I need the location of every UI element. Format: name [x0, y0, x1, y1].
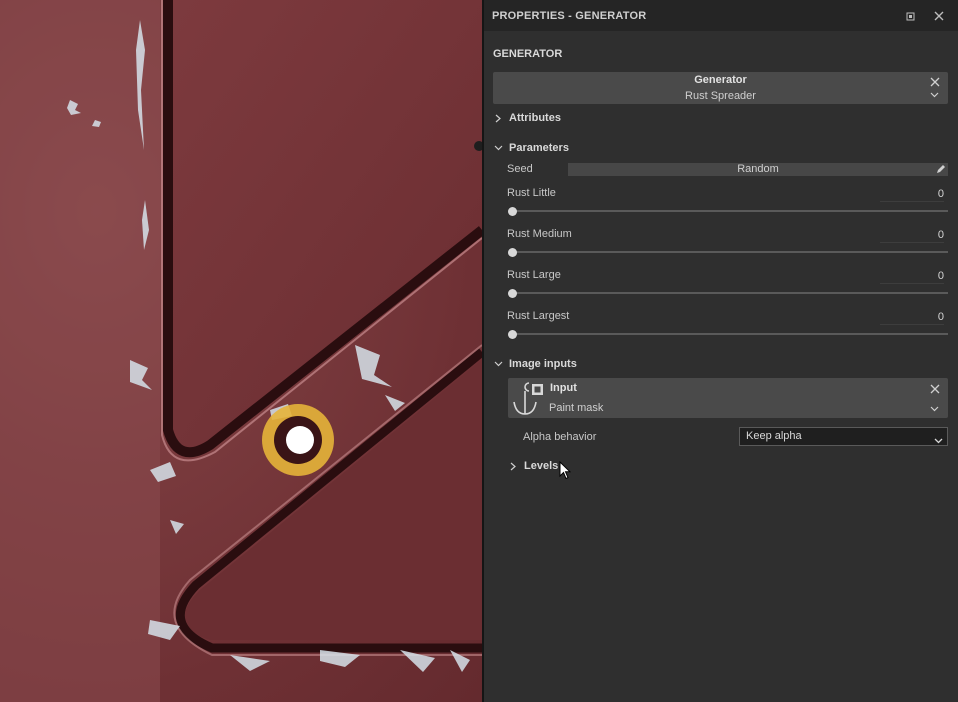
group-parameters-label: Parameters — [509, 142, 569, 154]
bolt-highlight[interactable] — [262, 404, 334, 476]
seed-label: Seed — [507, 163, 533, 175]
viewport-scene — [0, 0, 482, 702]
param-label: Rust Large — [507, 269, 561, 281]
mouse-cursor-icon — [559, 461, 571, 480]
alpha-behavior-value: Keep alpha — [746, 430, 802, 442]
param-slider-handle[interactable] — [508, 248, 517, 257]
generator-title: Generator — [694, 74, 747, 86]
param-value-field[interactable]: 0 — [880, 229, 944, 243]
chevron-right-icon — [493, 113, 503, 123]
param-label: Rust Medium — [507, 228, 572, 240]
remove-input-icon[interactable] — [930, 382, 940, 397]
group-attributes-label: Attributes — [509, 112, 561, 124]
anchor-icon — [512, 380, 546, 419]
viewport-3d[interactable] — [0, 0, 482, 702]
param-value-field[interactable]: 0 — [880, 311, 944, 325]
param-label: Rust Little — [507, 187, 556, 199]
panel-title: PROPERTIES - GENERATOR — [492, 9, 647, 22]
param-value-field[interactable]: 0 — [880, 270, 944, 284]
panel-titlebar: PROPERTIES - GENERATOR — [484, 0, 958, 31]
image-input-slot[interactable]: Input Paint mask — [508, 378, 948, 418]
raised-panel-upper — [168, 0, 482, 453]
pencil-icon[interactable] — [936, 164, 946, 178]
chevron-right-icon — [508, 461, 518, 471]
alpha-behavior-select[interactable]: Keep alpha — [739, 427, 948, 446]
remove-generator-icon[interactable] — [930, 75, 940, 90]
properties-panel: PROPERTIES - GENERATOR GENERATOR Generat… — [484, 0, 958, 702]
close-panel-icon[interactable] — [931, 8, 946, 23]
chevron-down-icon — [493, 359, 503, 369]
chevron-down-icon[interactable] — [930, 89, 939, 101]
alpha-behavior-label: Alpha behavior — [523, 431, 597, 443]
param-slider-handle[interactable] — [508, 207, 517, 216]
image-input-title: Input — [550, 382, 577, 394]
group-levels-label: Levels — [524, 460, 559, 472]
chevron-down-icon — [934, 433, 943, 450]
seed-field[interactable]: Random — [568, 163, 948, 176]
group-image-inputs-label: Image inputs — [509, 358, 577, 370]
param-slider-track[interactable] — [510, 292, 948, 294]
param-slider-handle[interactable] — [508, 289, 517, 298]
generator-selector[interactable]: Generator Rust Spreader — [493, 72, 948, 104]
group-levels[interactable]: Levels — [508, 460, 558, 472]
param-value-field[interactable]: 0 — [880, 188, 944, 202]
section-title: GENERATOR — [493, 48, 563, 60]
chevron-down-icon — [493, 143, 503, 153]
param-slider-track[interactable] — [510, 251, 948, 253]
worn-surface — [0, 0, 160, 702]
image-input-name: Paint mask — [549, 402, 604, 414]
param-slider-track[interactable] — [510, 210, 948, 212]
seed-value: Random — [737, 163, 779, 175]
param-slider-handle[interactable] — [508, 330, 517, 339]
float-window-icon[interactable] — [903, 8, 918, 23]
group-parameters[interactable]: Parameters — [493, 142, 569, 154]
group-image-inputs[interactable]: Image inputs — [493, 358, 577, 370]
group-attributes[interactable]: Attributes — [493, 112, 561, 124]
param-label: Rust Largest — [507, 310, 570, 322]
chevron-down-icon[interactable] — [930, 403, 939, 415]
param-slider-track[interactable] — [510, 333, 948, 335]
generator-name: Rust Spreader — [685, 90, 756, 102]
